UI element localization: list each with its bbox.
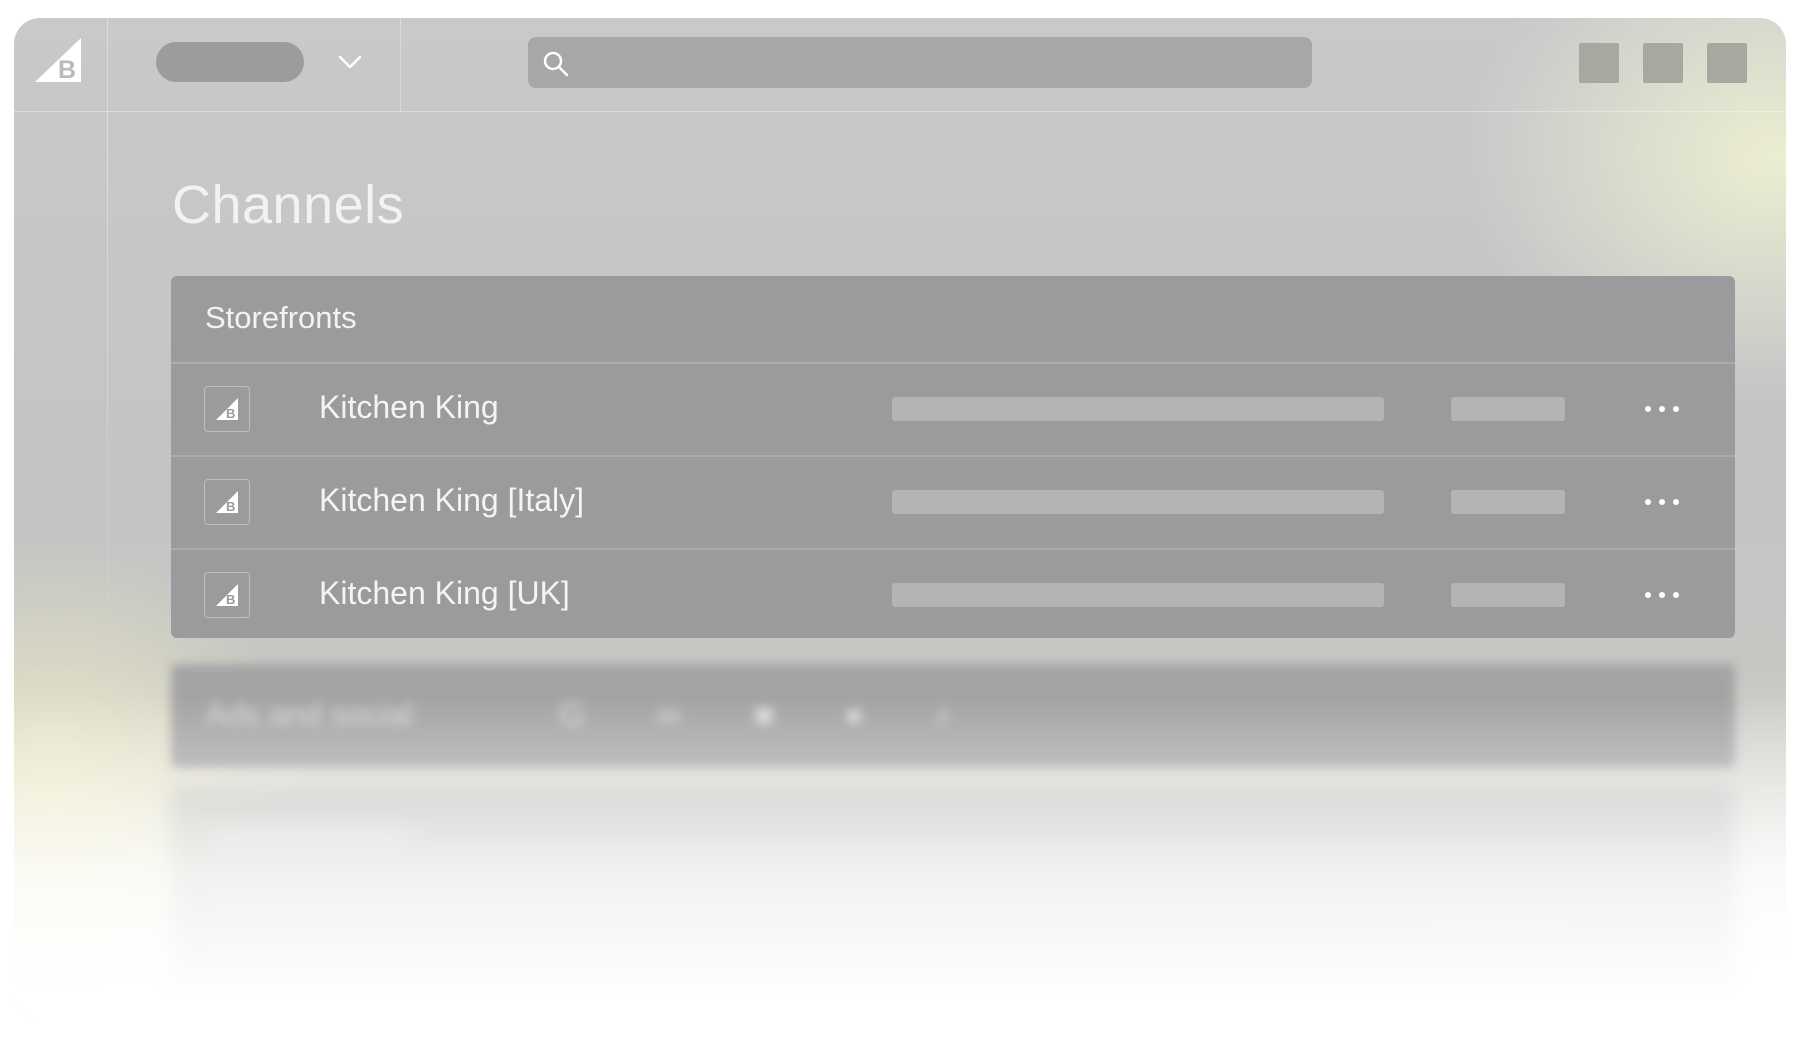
svg-text:B: B bbox=[226, 406, 235, 421]
search-icon bbox=[543, 51, 569, 77]
app-window: B Channels Storefronts B Kitchen King B … bbox=[14, 18, 1786, 1018]
storefront-icon-frame: B bbox=[204, 386, 250, 432]
storefronts-header-label: Storefronts bbox=[205, 300, 357, 335]
bigcommerce-logo-icon: B bbox=[216, 491, 238, 514]
bigcommerce-logo-icon: B bbox=[216, 584, 238, 607]
ads-social-label: Ads and social bbox=[205, 696, 414, 732]
storefront-row[interactable]: B Kitchen King [UK] bbox=[171, 550, 1735, 638]
storefront-icon-frame: B bbox=[204, 479, 250, 525]
storefront-url-placeholder bbox=[892, 583, 1384, 607]
header-action-button-1[interactable] bbox=[1579, 43, 1619, 83]
bigcommerce-logo-icon: B bbox=[216, 398, 238, 421]
svg-text:B: B bbox=[226, 499, 235, 514]
search-bar[interactable] bbox=[528, 37, 1312, 90]
google-icon[interactable]: G bbox=[551, 694, 593, 736]
tiktok-icon[interactable]: ♪ bbox=[921, 694, 963, 736]
chevron-down-icon[interactable] bbox=[337, 52, 363, 72]
lower-section-action-placeholder bbox=[1441, 918, 1561, 942]
storefront-name[interactable]: Kitchen King bbox=[319, 389, 499, 426]
storefronts-header: Storefronts bbox=[171, 276, 1735, 364]
meta-icon[interactable]: ∞ bbox=[641, 694, 697, 736]
storefronts-card: Storefronts B Kitchen King B Kitchen Kin… bbox=[171, 276, 1735, 638]
lower-section-card bbox=[171, 788, 1735, 988]
storefront-status-placeholder bbox=[1451, 583, 1565, 607]
store-name-placeholder bbox=[156, 42, 304, 82]
storefront-name[interactable]: Kitchen King [Italy] bbox=[319, 482, 584, 519]
lower-section-title-placeholder bbox=[211, 828, 411, 852]
svg-text:B: B bbox=[226, 592, 235, 607]
more-horizontal-icon[interactable] bbox=[1639, 392, 1685, 426]
header-action-button-2[interactable] bbox=[1643, 43, 1683, 83]
header-action-button-3[interactable] bbox=[1707, 43, 1747, 83]
sidebar-divider bbox=[107, 111, 108, 711]
top-bar: B bbox=[14, 18, 1786, 112]
bigcommerce-logo-icon: B bbox=[35, 38, 81, 84]
storefront-row[interactable]: B Kitchen King bbox=[171, 364, 1735, 457]
storefront-name[interactable]: Kitchen King [UK] bbox=[319, 575, 570, 612]
storefront-status-placeholder bbox=[1451, 490, 1565, 514]
storefront-status-placeholder bbox=[1451, 397, 1565, 421]
svg-text:B: B bbox=[58, 56, 76, 84]
storefront-url-placeholder bbox=[892, 490, 1384, 514]
storefront-row[interactable]: B Kitchen King [Italy] bbox=[171, 457, 1735, 550]
more-horizontal-icon[interactable] bbox=[1639, 578, 1685, 612]
search-input[interactable] bbox=[582, 37, 1296, 90]
store-switcher[interactable] bbox=[107, 18, 401, 111]
ads-social-card: Ads and social G ∞ ■ ● ♪ bbox=[171, 664, 1735, 768]
more-horizontal-icon[interactable] bbox=[1639, 485, 1685, 519]
screenshot-stage: B Channels Storefronts B Kitchen King B … bbox=[0, 0, 1800, 1042]
storefront-url-placeholder bbox=[892, 397, 1384, 421]
storefront-icon-frame: B bbox=[204, 572, 250, 618]
pinterest-icon[interactable]: ● bbox=[833, 694, 875, 736]
page-title: Channels bbox=[172, 175, 405, 235]
microsoft-icon[interactable]: ■ bbox=[743, 694, 785, 736]
logo-cell[interactable]: B bbox=[14, 18, 108, 111]
